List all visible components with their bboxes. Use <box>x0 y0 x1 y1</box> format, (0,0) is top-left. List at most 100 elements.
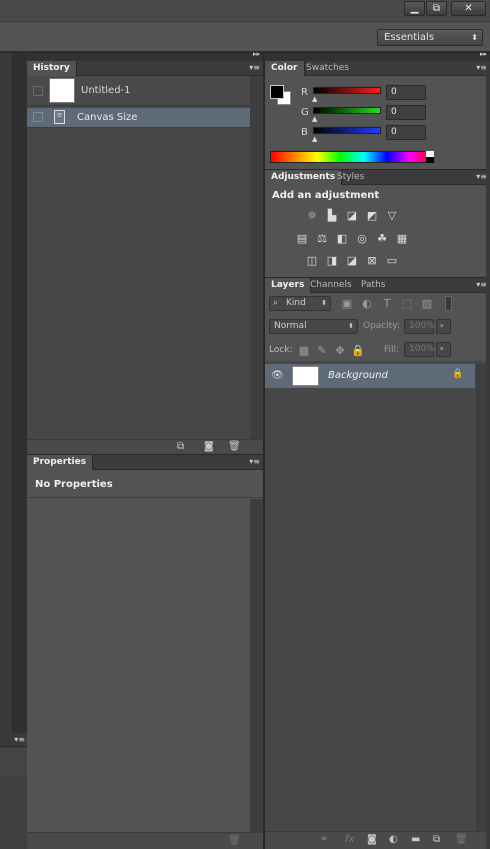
gradient-map-icon[interactable]: ▭ <box>385 254 399 267</box>
snapshot-label: Untitled-1 <box>81 85 131 96</box>
properties-panel: Properties ▾≡ No Properties 🗑 <box>27 455 263 849</box>
posterize-icon[interactable]: ◨ <box>325 254 339 267</box>
opacity-input[interactable]: 100% <box>404 319 435 334</box>
levels-icon[interactable]: ▙ <box>325 209 339 222</box>
pixel-filter-icon[interactable]: ▣ <box>340 297 354 310</box>
restore-button[interactable]: ⧉ <box>426 1 447 16</box>
layers-tabbar: Layers Channels Paths ▾≡ <box>265 278 490 293</box>
color-tabbar: Color Swatches ▾≡ <box>265 61 490 76</box>
tab-channels[interactable]: Channels <box>304 278 358 293</box>
layer-row-background[interactable]: 👁 Background 🔒 <box>265 364 475 388</box>
step-source-checkbox[interactable] <box>33 112 43 122</box>
history-tabbar: History ▾≡ <box>27 61 263 76</box>
tab-paths[interactable]: Paths <box>355 278 391 293</box>
layer-filter-select[interactable]: ⌕ Kind ⬍ <box>269 296 331 311</box>
no-properties-label: No Properties <box>35 479 113 490</box>
panel-menu-icon[interactable]: ▾≡ <box>249 457 260 466</box>
camera-icon[interactable]: ◙ <box>204 441 214 452</box>
blue-slider[interactable] <box>313 127 381 134</box>
red-slider[interactable] <box>313 87 381 94</box>
red-channel-label: R <box>301 87 308 98</box>
layers-panel: Layers Channels Paths ▾≡ ⌕ Kind ⬍ ▣ ◐ T … <box>265 278 490 849</box>
green-slider[interactable] <box>313 107 381 114</box>
document-icon: ≡ <box>54 110 65 124</box>
selective-color-icon[interactable]: ⊠ <box>365 254 379 267</box>
trash-icon[interactable]: 🗑 <box>455 834 468 845</box>
collapsed-panel-edge: ▾≡ <box>0 733 27 849</box>
vibrance-icon[interactable]: ▤ <box>295 232 309 245</box>
history-snapshot-row[interactable]: Untitled-1 <box>27 76 263 106</box>
black-chip[interactable] <box>426 157 434 163</box>
color-balance-icon[interactable]: ⚖ <box>315 232 329 245</box>
new-group-icon[interactable]: ▬ <box>411 834 420 845</box>
panel-menu-icon[interactable]: ▾≡ <box>14 735 25 744</box>
new-document-from-state-icon[interactable]: ⧉ <box>177 441 184 452</box>
smart-object-filter-icon[interactable]: ▨ <box>420 297 434 310</box>
lock-transparent-icon[interactable]: ▩ <box>297 344 311 357</box>
lock-image-brush-icon[interactable]: ✎ <box>315 344 329 357</box>
threshold-icon[interactable]: ◪ <box>345 254 359 267</box>
collapse-dock-icon[interactable]: ▸▸ <box>480 50 487 58</box>
shape-filter-icon[interactable]: ⬚ <box>400 297 414 310</box>
green-value-input[interactable]: 0 <box>386 105 426 120</box>
opacity-label: Opacity: <box>363 321 400 331</box>
history-panel: History ▾≡ Untitled-1 ≡ Canvas Size ⧉ ◙ … <box>27 61 263 454</box>
blue-value-input[interactable]: 0 <box>386 125 426 140</box>
history-footer: ⧉ ◙ 🗑 <box>27 439 263 454</box>
photo-filter-icon[interactable]: ◎ <box>355 232 369 245</box>
opacity-dropdown-arrow-icon[interactable]: ▾ <box>436 319 451 334</box>
collapse-dock-icon[interactable]: ▸▸ <box>253 50 260 58</box>
exposure-icon[interactable]: ◩ <box>365 209 379 222</box>
color-spectrum-ramp[interactable] <box>270 151 434 163</box>
fill-label: Fill: <box>384 345 400 355</box>
tab-history[interactable]: History <box>27 61 77 76</box>
slider-thumb-icon[interactable]: ▲ <box>312 95 317 103</box>
new-adjustment-layer-icon[interactable]: ◐ <box>389 834 398 845</box>
document-canvas-area <box>13 53 27 733</box>
invert-icon[interactable]: ◫ <box>305 254 319 267</box>
fill-dropdown-arrow-icon[interactable]: ▾ <box>436 342 451 357</box>
lock-icon: 🔒 <box>452 369 464 379</box>
fx-icon[interactable]: fx <box>345 834 354 845</box>
curves-icon[interactable]: ◪ <box>345 209 359 222</box>
lock-all-icon[interactable]: 🔒 <box>351 344 365 357</box>
tab-swatches[interactable]: Swatches <box>300 61 355 76</box>
black-white-icon[interactable]: ◧ <box>335 232 349 245</box>
close-button[interactable]: ✕ <box>451 1 486 16</box>
channel-mixer-icon[interactable]: ☘ <box>375 232 389 245</box>
slider-thumb-icon[interactable]: ▲ <box>312 135 317 143</box>
workspace-switcher[interactable]: Essentials ⬍ <box>377 29 483 46</box>
gradient-triangle-icon[interactable]: ▽ <box>385 209 399 222</box>
layers-footer: ⚭ fx ◙ ◐ ▬ ⧉ 🗑 <box>265 831 490 849</box>
adjustment-filter-icon[interactable]: ◐ <box>360 297 374 310</box>
history-scrollbar[interactable] <box>250 76 263 439</box>
properties-scrollbar[interactable] <box>250 499 263 832</box>
color-lookup-icon[interactable]: ▦ <box>395 232 409 245</box>
updown-arrow-icon: ⬍ <box>471 33 478 42</box>
red-value-input[interactable]: 0 <box>386 85 426 100</box>
type-filter-icon[interactable]: T <box>380 297 394 310</box>
slider-thumb-icon[interactable]: ▲ <box>312 115 317 123</box>
green-channel-label: G <box>301 107 309 118</box>
adjustments-panel: Adjustments Styles ▾≡ Add an adjustment … <box>265 170 490 277</box>
blend-mode-select[interactable]: Normal ⬍ <box>269 319 358 334</box>
foreground-color-swatch[interactable] <box>270 85 284 99</box>
layer-name[interactable]: Background <box>328 370 388 381</box>
brightness-contrast-icon[interactable]: ☼ <box>305 209 319 222</box>
trash-icon[interactable]: 🗑 <box>228 441 241 452</box>
filter-kind-label: Kind <box>286 298 306 308</box>
fill-input[interactable]: 100% <box>404 342 435 357</box>
link-layers-icon[interactable]: ⚭ <box>320 834 328 845</box>
history-step-row[interactable]: ≡ Canvas Size <box>27 108 263 128</box>
snapshot-source-checkbox[interactable] <box>33 86 43 96</box>
tab-styles[interactable]: Styles <box>331 170 370 185</box>
tab-color[interactable]: Color <box>265 61 305 76</box>
add-mask-icon[interactable]: ◙ <box>367 834 377 845</box>
tab-properties[interactable]: Properties <box>27 455 94 470</box>
lock-position-icon[interactable]: ✥ <box>333 344 347 357</box>
visibility-eye-icon[interactable]: 👁 <box>271 370 284 381</box>
new-layer-icon[interactable]: ⧉ <box>433 834 440 845</box>
minimize-button[interactable]: ▁ <box>404 1 425 16</box>
panel-menu-icon[interactable]: ▾≡ <box>249 63 260 72</box>
filter-toggle-switch[interactable] <box>445 296 452 311</box>
